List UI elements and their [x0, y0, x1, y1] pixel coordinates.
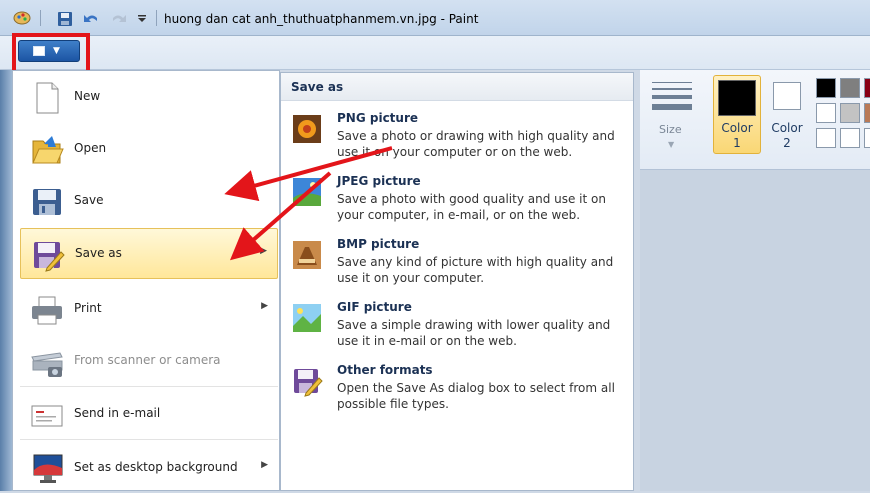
paint-app-icon[interactable] [13, 10, 31, 26]
ribbon-tab-row [0, 36, 870, 70]
menu-item-label: Set as desktop background [74, 460, 238, 474]
menu-item-scanner: From scanner or camera [20, 336, 278, 386]
color1-number: 1 [733, 136, 741, 150]
png-picture-icon [293, 115, 321, 143]
color2-swatch[interactable] [773, 82, 801, 110]
menu-item-desktop-background[interactable]: Set as desktop background ▶ [20, 443, 278, 493]
size-dropdown-icon[interactable]: ▼ [668, 140, 674, 149]
menu-item-label: Open [74, 141, 107, 155]
bmp-picture-description: Save any kind of picture with high quali… [337, 255, 614, 285]
palette-color[interactable] [840, 128, 860, 148]
menu-divider [20, 439, 278, 440]
menu-item-save[interactable]: Save [20, 176, 278, 226]
submenu-arrow-icon: ▶ [260, 246, 267, 256]
redo-icon[interactable] [111, 11, 127, 27]
customize-toolbar-icon[interactable] [137, 14, 147, 24]
title-bar: huong dan cat anh_thuthuatphanmem.vn.jpg… [0, 0, 870, 36]
bmp-picture-icon [293, 241, 321, 269]
gif-picture-icon [293, 304, 321, 332]
menu-item-print[interactable]: Print ▶ [20, 284, 278, 334]
menu-divider [20, 386, 278, 387]
menu-item-label: Send in e-mail [74, 406, 161, 420]
floppy-disk-icon [33, 189, 61, 215]
color1-label: Color [721, 121, 753, 135]
save-as-gif[interactable]: GIF picture Save a simple drawing with l… [285, 298, 631, 358]
other-formats-description: Open the Save As dialog box to select fr… [337, 381, 615, 411]
title-separator [156, 10, 157, 26]
quick-access-separator [40, 10, 41, 26]
palette-color[interactable] [840, 78, 860, 98]
save-as-icon [34, 242, 65, 272]
window-edge [0, 70, 12, 491]
submenu-title: Save as [291, 80, 344, 94]
size-icon[interactable] [652, 82, 692, 115]
save-as-submenu: Save as PNG picture Save a photo or draw… [280, 72, 634, 491]
jpeg-picture-icon [293, 178, 321, 206]
menu-item-new[interactable]: New [20, 72, 278, 122]
desktop-icon [33, 454, 63, 483]
color2-label: Color [771, 121, 803, 135]
menu-item-save-as[interactable]: Save as ▶ [20, 228, 278, 279]
bmp-picture-title: BMP picture [337, 237, 420, 251]
new-document-icon [36, 82, 59, 114]
palette-color[interactable] [816, 78, 836, 98]
palette-color[interactable] [864, 128, 870, 148]
jpeg-picture-description: Save a photo with good quality and use i… [337, 192, 606, 222]
submenu-arrow-icon: ▶ [261, 301, 268, 311]
palette-color[interactable] [840, 103, 860, 123]
scanner-icon [31, 352, 63, 377]
palette-color[interactable] [816, 128, 836, 148]
save-icon[interactable] [57, 11, 73, 27]
palette-color[interactable] [864, 78, 870, 98]
canvas-area[interactable] [640, 170, 870, 491]
window-title: huong dan cat anh_thuthuatphanmem.vn.jpg… [164, 12, 479, 26]
undo-icon[interactable] [83, 11, 99, 27]
color1-swatch [718, 80, 756, 116]
menu-item-label: New [74, 89, 101, 103]
png-picture-description: Save a photo or drawing with high qualit… [337, 129, 615, 159]
menu-item-label: Save as [75, 246, 122, 260]
palette-color[interactable] [864, 103, 870, 123]
save-as-png[interactable]: PNG picture Save a photo or drawing with… [285, 109, 631, 169]
open-folder-icon [32, 136, 64, 164]
color2-number: 2 [783, 136, 791, 150]
email-icon [31, 405, 63, 427]
other-formats-title: Other formats [337, 363, 433, 377]
menu-item-label: Print [74, 301, 102, 315]
other-formats-icon [294, 369, 323, 397]
menu-item-send-email[interactable]: Send in e-mail [20, 389, 278, 439]
size-label[interactable]: Size [659, 123, 682, 136]
save-as-bmp[interactable]: BMP picture Save any kind of picture wit… [285, 235, 631, 295]
submenu-header: Save as [281, 73, 633, 101]
save-as-other-formats[interactable]: Other formats Open the Save As dialog bo… [285, 361, 631, 421]
menu-item-label: From scanner or camera [74, 353, 221, 367]
gif-picture-title: GIF picture [337, 300, 412, 314]
printer-icon [32, 296, 62, 325]
highlight-box [12, 33, 90, 74]
menu-item-label: Save [74, 193, 104, 207]
submenu-arrow-icon: ▶ [261, 460, 268, 470]
save-as-jpeg[interactable]: JPEG picture Save a photo with good qual… [285, 172, 631, 232]
gif-picture-description: Save a simple drawing with lower quality… [337, 318, 611, 348]
jpeg-picture-title: JPEG picture [337, 174, 421, 188]
png-picture-title: PNG picture [337, 111, 419, 125]
palette-color[interactable] [816, 103, 836, 123]
menu-item-open[interactable]: Open [20, 124, 278, 174]
